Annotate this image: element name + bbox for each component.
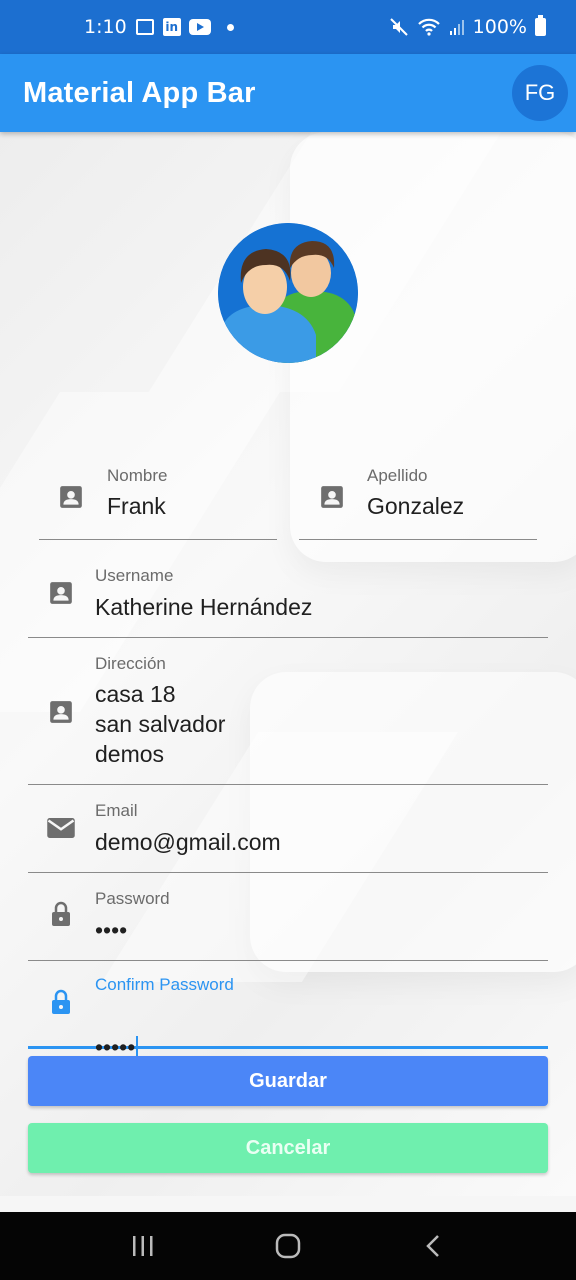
navigation-bar xyxy=(0,1212,576,1280)
person-box-icon xyxy=(60,486,82,508)
cancel-button[interactable]: Cancelar xyxy=(28,1123,548,1173)
email-value: demo@gmail.com xyxy=(95,829,281,855)
direccion-field[interactable]: Dirección casa 18 san salvador demos xyxy=(28,638,548,785)
battery-icon xyxy=(535,15,546,36)
app-bar: Material App Bar FG xyxy=(0,54,576,132)
home-icon[interactable] xyxy=(273,1231,303,1261)
nombre-value: Frank xyxy=(107,493,166,519)
recents-icon[interactable] xyxy=(128,1231,158,1261)
lock-icon xyxy=(52,901,70,926)
username-field[interactable]: Username Katherine Hernández xyxy=(28,550,548,638)
notification-dot-icon xyxy=(226,23,234,31)
mute-icon xyxy=(389,18,408,36)
direccion-label: Dirección xyxy=(95,654,166,673)
apellido-value: Gonzalez xyxy=(367,493,465,519)
email-icon xyxy=(47,818,75,838)
avatar[interactable]: FG xyxy=(512,65,568,121)
confirm-password-value-wrap: ••••• xyxy=(95,1002,139,1062)
nombre-field[interactable]: Nombre Frank xyxy=(39,444,277,540)
status-left: 1:10 in xyxy=(84,16,234,38)
person-box-icon xyxy=(50,582,72,604)
confirm-password-field[interactable]: Confirm Password ••••• xyxy=(28,961,548,1062)
back-icon[interactable] xyxy=(418,1231,448,1261)
apellido-label: Apellido xyxy=(367,466,428,485)
direccion-value: casa 18 san salvador demos xyxy=(95,681,226,767)
password-label: Password xyxy=(95,889,170,908)
youtube-icon xyxy=(188,19,211,35)
wifi-icon xyxy=(417,18,440,36)
status-bar: 1:10 in 100% xyxy=(0,0,576,54)
image-icon xyxy=(135,18,155,36)
battery-percent: 100% xyxy=(472,16,527,38)
status-right: 100% xyxy=(389,15,546,38)
email-label: Email xyxy=(95,801,138,820)
person-box-icon xyxy=(50,701,72,723)
linkedin-icon: in xyxy=(162,18,181,36)
confirm-password-label: Confirm Password xyxy=(95,975,234,994)
nombre-label: Nombre xyxy=(107,466,168,485)
profile-picture[interactable] xyxy=(218,223,358,363)
app-title: Material App Bar xyxy=(23,76,256,109)
apellido-field[interactable]: Apellido Gonzalez xyxy=(299,444,537,540)
form-content: Nombre Frank Apellido Gonzalez Username … xyxy=(0,132,576,1196)
save-button[interactable]: Guardar xyxy=(28,1056,548,1106)
signal-icon xyxy=(449,20,464,35)
users-icon xyxy=(218,223,358,363)
lock-icon xyxy=(52,989,70,1014)
password-value: •••• xyxy=(95,917,128,943)
person-box-icon xyxy=(321,486,343,508)
username-label: Username xyxy=(95,566,174,585)
email-field[interactable]: Email demo@gmail.com xyxy=(28,785,548,873)
password-field[interactable]: Password •••• xyxy=(28,873,548,961)
status-time: 1:10 xyxy=(84,16,127,38)
username-value: Katherine Hernández xyxy=(95,594,313,620)
